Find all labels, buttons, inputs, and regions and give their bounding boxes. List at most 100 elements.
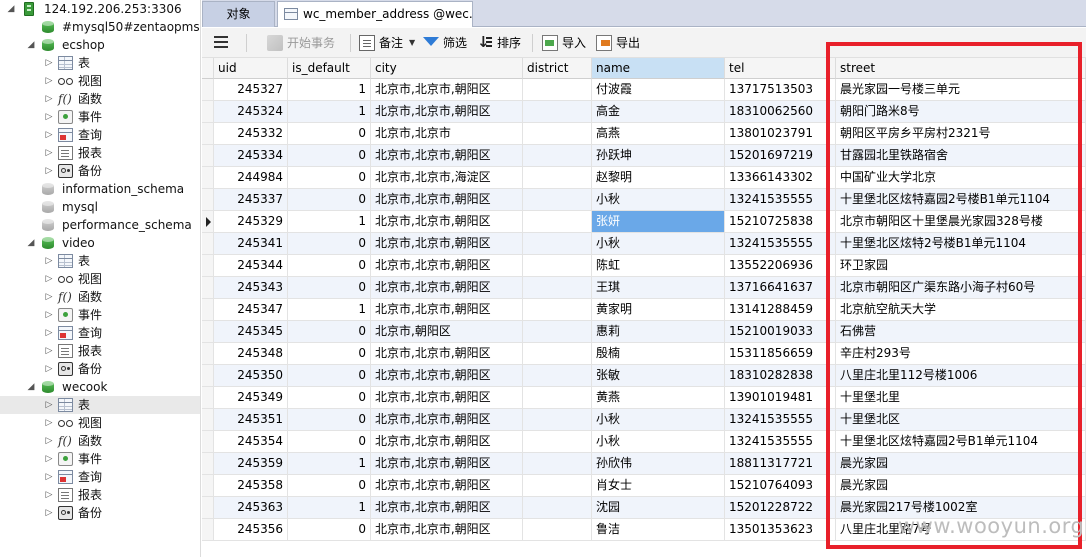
- cell-tel[interactable]: 15210019033: [725, 321, 836, 343]
- cell-district[interactable]: [523, 387, 592, 409]
- collapsed-arrow-icon[interactable]: ▷: [44, 414, 54, 432]
- cell-city[interactable]: 北京市,北京市,朝阳区: [371, 387, 523, 409]
- cell-is-default[interactable]: 0: [288, 189, 371, 211]
- tree-item-query[interactable]: ▷ 查询: [0, 324, 200, 342]
- cell-district[interactable]: [523, 409, 592, 431]
- table-row[interactable]: 245332 0 北京市,北京市 高燕 13801023791 朝阳区平房乡平房村2321…: [202, 123, 1086, 145]
- tree-item-function[interactable]: ▷ f() 函数: [0, 90, 200, 108]
- row-marker[interactable]: [202, 365, 214, 387]
- cell-district[interactable]: [523, 299, 592, 321]
- cell-uid[interactable]: 245347: [214, 299, 288, 321]
- row-marker[interactable]: [202, 299, 214, 321]
- cell-tel[interactable]: 13801023791: [725, 123, 836, 145]
- tab-wc-member-address[interactable]: wc_member_address @wec...: [277, 1, 473, 27]
- collapsed-arrow-icon[interactable]: ▷: [44, 486, 54, 504]
- collapsed-arrow-icon[interactable]: ▷: [44, 288, 54, 306]
- expanded-arrow-icon[interactable]: ◢: [6, 0, 16, 18]
- cell-district[interactable]: [523, 453, 592, 475]
- cell-district[interactable]: [523, 497, 592, 519]
- cell-uid[interactable]: 245337: [214, 189, 288, 211]
- cell-street[interactable]: 十里堡北里: [836, 387, 1086, 409]
- tree-item-event[interactable]: ▷ 事件: [0, 450, 200, 468]
- cell-name[interactable]: 鲁洁: [592, 519, 725, 541]
- column-header-is-default[interactable]: is_default: [288, 58, 371, 79]
- row-marker[interactable]: [202, 453, 214, 475]
- collapsed-arrow-icon[interactable]: ▷: [44, 72, 54, 90]
- cell-is-default[interactable]: 0: [288, 145, 371, 167]
- collapsed-arrow-icon[interactable]: ▷: [44, 306, 54, 324]
- cell-name[interactable]: 小秋: [592, 409, 725, 431]
- expanded-arrow-icon[interactable]: ◢: [26, 234, 36, 252]
- cell-tel[interactable]: 15210725838: [725, 211, 836, 233]
- cell-city[interactable]: 北京市,北京市,朝阳区: [371, 233, 523, 255]
- row-marker[interactable]: [202, 519, 214, 541]
- row-marker[interactable]: [202, 101, 214, 123]
- cell-is-default[interactable]: 1: [288, 79, 371, 101]
- cell-city[interactable]: 北京市,北京市,朝阳区: [371, 475, 523, 497]
- collapsed-arrow-icon[interactable]: ▷: [44, 108, 54, 126]
- row-marker[interactable]: [202, 255, 214, 277]
- tree-item-event[interactable]: ▷ 事件: [0, 108, 200, 126]
- collapsed-arrow-icon[interactable]: ▷: [44, 162, 54, 180]
- cell-uid[interactable]: 245332: [214, 123, 288, 145]
- cell-tel[interactable]: 15311856659: [725, 343, 836, 365]
- cell-city[interactable]: 北京市,北京市,朝阳区: [371, 189, 523, 211]
- cell-is-default[interactable]: 0: [288, 321, 371, 343]
- cell-street[interactable]: 十里堡北区炫特2号楼B1单元1104: [836, 233, 1086, 255]
- cell-uid[interactable]: 245341: [214, 233, 288, 255]
- cell-district[interactable]: [523, 277, 592, 299]
- collapsed-arrow-icon[interactable]: ▷: [44, 54, 54, 72]
- cell-name[interactable]: 高燕: [592, 123, 725, 145]
- cell-name[interactable]: 孙跃坤: [592, 145, 725, 167]
- cell-city[interactable]: 北京市,北京市,朝阳区: [371, 79, 523, 101]
- tree-item-function[interactable]: ▷ f() 函数: [0, 432, 200, 450]
- table-row[interactable]: 245324 1 北京市,北京市,朝阳区 高金 18310062560 朝阳门路米8号: [202, 101, 1086, 123]
- cell-name[interactable]: 小秋: [592, 431, 725, 453]
- collapsed-arrow-icon[interactable]: ▷: [44, 90, 54, 108]
- collapsed-arrow-icon[interactable]: ▷: [44, 324, 54, 342]
- cell-name[interactable]: 殷楠: [592, 343, 725, 365]
- cell-name[interactable]: 赵黎明: [592, 167, 725, 189]
- cell-is-default[interactable]: 1: [288, 101, 371, 123]
- row-marker[interactable]: [202, 431, 214, 453]
- cell-uid[interactable]: 245334: [214, 145, 288, 167]
- data-grid[interactable]: uid is_default city district name tel street 24…: [202, 58, 1086, 557]
- tree-item-report[interactable]: ▷ 报表: [0, 486, 200, 504]
- table-row[interactable]: 245347 1 北京市,北京市,朝阳区 黄家明 13141288459 北京航空航天大学: [202, 299, 1086, 321]
- cell-city[interactable]: 北京市,北京市,朝阳区: [371, 255, 523, 277]
- cell-city[interactable]: 北京市,北京市,朝阳区: [371, 145, 523, 167]
- row-marker[interactable]: [202, 387, 214, 409]
- cell-street[interactable]: 环卫家园: [836, 255, 1086, 277]
- filter-button[interactable]: 筛选: [423, 33, 471, 53]
- tree-item-124-192-206-253-3306[interactable]: ◢ 124.192.206.253:3306: [0, 0, 200, 18]
- row-marker[interactable]: [202, 475, 214, 497]
- cell-district[interactable]: [523, 321, 592, 343]
- cell-uid[interactable]: 245358: [214, 475, 288, 497]
- cell-street[interactable]: 朝阳区平房乡平房村2321号: [836, 123, 1086, 145]
- collapsed-arrow-icon[interactable]: ▷: [44, 468, 54, 486]
- tree-item-query[interactable]: ▷ 查询: [0, 468, 200, 486]
- cell-is-default[interactable]: 0: [288, 387, 371, 409]
- cell-street[interactable]: 十里堡北区: [836, 409, 1086, 431]
- table-row[interactable]: 245345 0 北京市,朝阳区 惠莉 15210019033 石佛营: [202, 321, 1086, 343]
- cell-tel[interactable]: 13141288459: [725, 299, 836, 321]
- column-header-uid[interactable]: uid: [214, 58, 288, 79]
- cell-is-default[interactable]: 0: [288, 519, 371, 541]
- cell-is-default[interactable]: 0: [288, 431, 371, 453]
- sort-button[interactable]: 排序: [477, 32, 525, 53]
- tree-item-table[interactable]: ▷ 表: [0, 54, 200, 72]
- cell-uid[interactable]: 245348: [214, 343, 288, 365]
- tree-item-ecshop[interactable]: ◢ ecshop: [0, 36, 200, 54]
- tree-item-function[interactable]: ▷ f() 函数: [0, 288, 200, 306]
- cell-tel[interactable]: 13241535555: [725, 189, 836, 211]
- begin-transaction-button[interactable]: 开始事务: [267, 33, 345, 53]
- collapsed-arrow-icon[interactable]: ▷: [44, 432, 54, 450]
- collapsed-arrow-icon[interactable]: ▷: [44, 450, 54, 468]
- table-row[interactable]: 245351 0 北京市,北京市,朝阳区 小秋 13241535555 十里堡北区: [202, 409, 1086, 431]
- cell-name[interactable]: 付波霞: [592, 79, 725, 101]
- cell-district[interactable]: [523, 211, 592, 233]
- cell-street[interactable]: 北京航空航天大学: [836, 299, 1086, 321]
- collapsed-arrow-icon[interactable]: ▷: [44, 360, 54, 378]
- tree-item-view[interactable]: ▷ 视图: [0, 414, 200, 432]
- cell-name[interactable]: 高金: [592, 101, 725, 123]
